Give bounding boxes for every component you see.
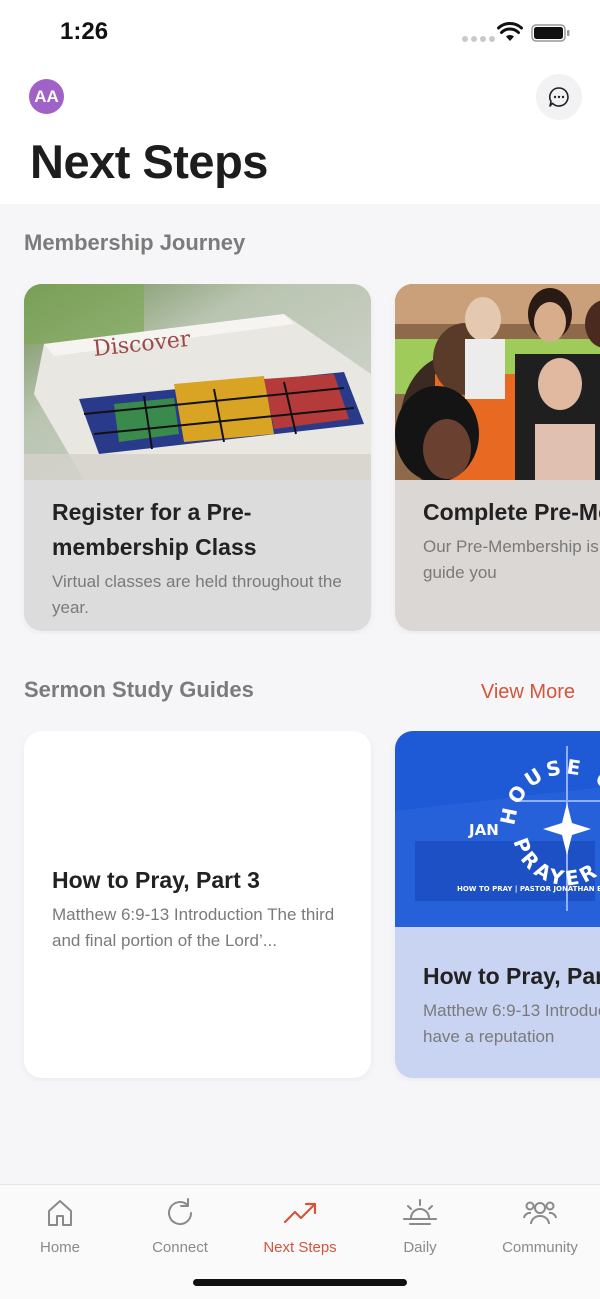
tab-label: Home bbox=[39, 1239, 80, 1256]
sermon-card[interactable]: How to Pray, Part 3 Matthew 6:9-13 Intro… bbox=[24, 731, 371, 1078]
page-title: Next Steps bbox=[30, 135, 268, 188]
membership-card[interactable]: Complete Pre-Membership Class Our Pre-Me… bbox=[395, 284, 600, 631]
sunrise-icon bbox=[403, 1199, 437, 1225]
sermon-card[interactable]: HOUSE OF PRAYER JAN HOW TO PRAY | PASTOR… bbox=[395, 731, 600, 1078]
tab-label: Daily bbox=[403, 1239, 437, 1256]
tab-label: Community bbox=[502, 1239, 578, 1256]
card-description: Virtual classes are held throughout the … bbox=[52, 572, 342, 617]
handbook-image: Discover bbox=[24, 284, 371, 480]
tab-next-steps[interactable]: Next Steps bbox=[240, 1195, 360, 1261]
chat-bubble-icon bbox=[548, 87, 569, 107]
card-content: How to Pray, Part 3 Matthew 6:9-13 Intro… bbox=[24, 863, 371, 954]
battery-icon bbox=[531, 24, 570, 42]
card-title: Register for a Pre-membership Class bbox=[52, 499, 257, 560]
sermon-carousel[interactable]: How to Pray, Part 3 Matthew 6:9-13 Intro… bbox=[0, 731, 600, 1081]
view-more-link[interactable]: View More bbox=[481, 681, 575, 704]
section-title-sermons: Sermon Study Guides bbox=[24, 677, 254, 702]
avatar[interactable]: AA bbox=[29, 79, 64, 114]
home-indicator bbox=[193, 1279, 407, 1286]
cellular-signal-icon bbox=[462, 36, 495, 42]
card-title: How to Pray, Part bbox=[423, 963, 600, 989]
card-content: Register for a Pre-membership Class Virt… bbox=[24, 495, 371, 621]
messages-button[interactable] bbox=[536, 74, 582, 120]
section-title-membership: Membership Journey bbox=[24, 230, 246, 255]
status-time: 1:26 bbox=[60, 18, 109, 45]
status-bar: 1:26 bbox=[0, 0, 600, 66]
wifi-icon bbox=[497, 22, 523, 41]
app-screen: 1:26 AA Next Steps Membership Journey Di… bbox=[0, 0, 600, 1299]
card-description: Matthew 6:9-13 Introduction The third an… bbox=[52, 905, 335, 950]
tab-community[interactable]: Community bbox=[480, 1195, 600, 1261]
tab-label: Next Steps bbox=[263, 1239, 337, 1256]
class-photo-image bbox=[395, 284, 600, 480]
card-description: Matthew 6:9-13 Introduction names have a… bbox=[423, 1001, 600, 1046]
sermon-poster-image: HOUSE OF PRAYER JAN HOW TO PRAY | PASTOR… bbox=[395, 731, 600, 927]
card-title: How to Pray, Part 3 bbox=[52, 867, 260, 893]
membership-carousel[interactable]: Discover Register for a Pre-membership C… bbox=[0, 284, 600, 634]
poster-month: JAN bbox=[468, 821, 499, 839]
trending-up-icon bbox=[283, 1202, 317, 1224]
card-description: Our Pre-Membership is designed to guide … bbox=[423, 537, 600, 582]
membership-card[interactable]: Discover Register for a Pre-membership C… bbox=[24, 284, 371, 631]
tab-connect[interactable]: Connect bbox=[120, 1195, 240, 1261]
people-icon bbox=[523, 1201, 557, 1225]
home-icon bbox=[48, 1200, 72, 1226]
poster-subtitle: HOW TO PRAY | PASTOR JONATHAN EVANS bbox=[457, 885, 600, 894]
card-content: Complete Pre-Membership Class Our Pre-Me… bbox=[395, 495, 600, 586]
card-content: How to Pray, Part Matthew 6:9-13 Introdu… bbox=[395, 959, 600, 1050]
page-header: AA Next Steps bbox=[0, 66, 600, 204]
tab-label: Connect bbox=[152, 1239, 208, 1256]
card-title: Complete Pre-Membership Class bbox=[423, 499, 600, 525]
refresh-icon bbox=[168, 1198, 193, 1226]
tab-home[interactable]: Home bbox=[0, 1195, 120, 1261]
tab-daily[interactable]: Daily bbox=[360, 1195, 480, 1261]
